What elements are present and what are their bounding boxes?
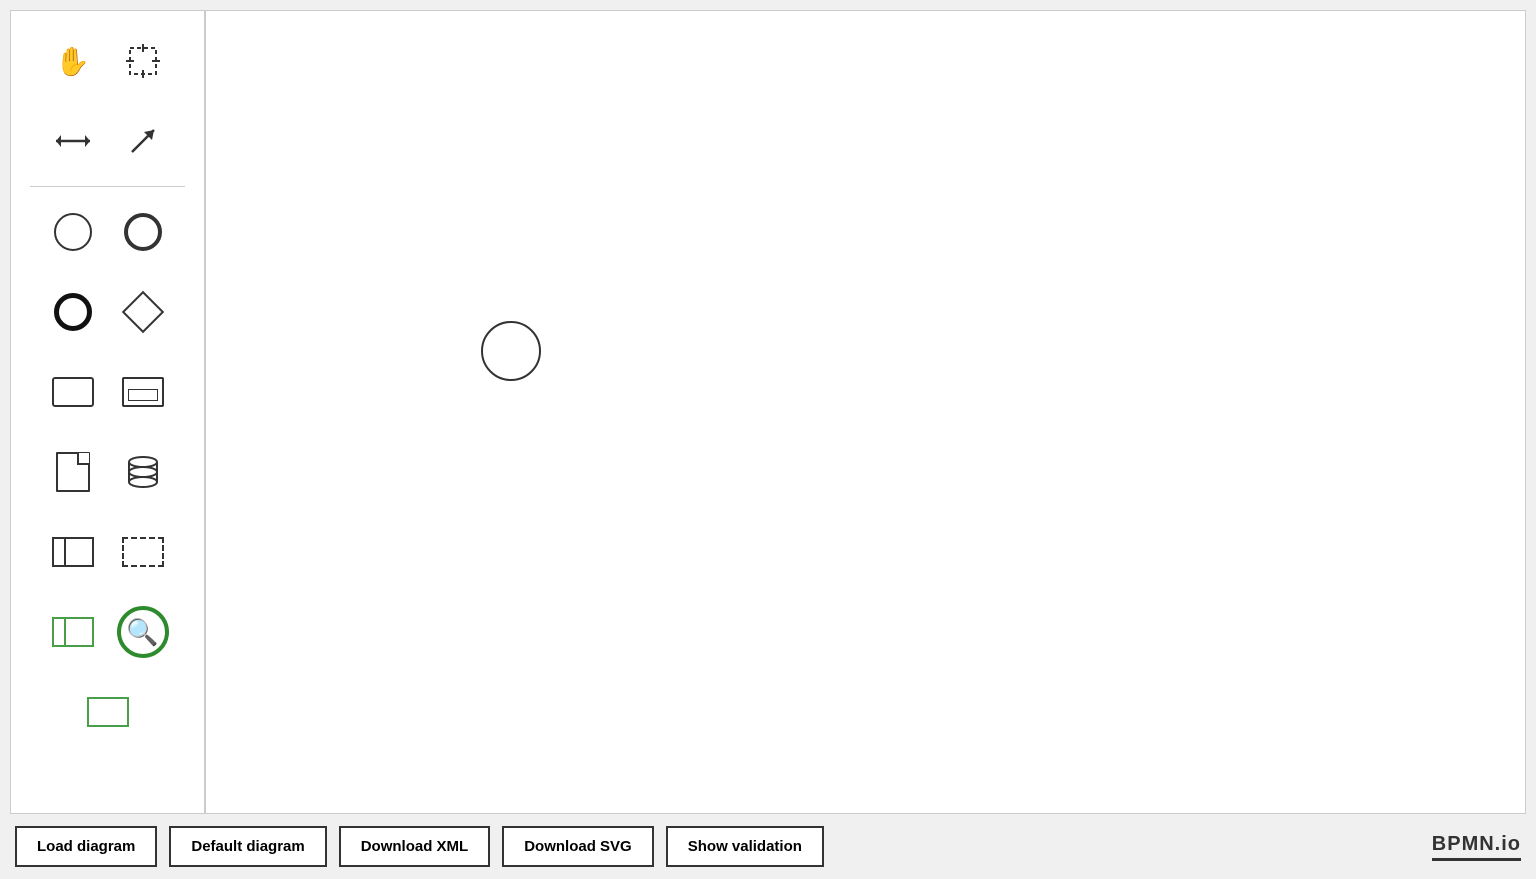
- hand-icon: ✋: [55, 45, 90, 78]
- pool-icon: [52, 537, 94, 567]
- hand-tool-button[interactable]: ✋: [38, 26, 108, 96]
- bottom-bar: Load diagram Default diagram Download XM…: [0, 814, 1536, 879]
- start-event-button[interactable]: [38, 197, 108, 267]
- gateway-icon: [121, 291, 163, 333]
- data-store-button[interactable]: [108, 437, 178, 507]
- toolbar-divider-1: [30, 186, 184, 187]
- pool-button[interactable]: [38, 517, 108, 587]
- data-object-icon: [56, 452, 90, 492]
- search-button[interactable]: [108, 597, 178, 667]
- end-event-button[interactable]: [38, 277, 108, 347]
- data-object-button[interactable]: [38, 437, 108, 507]
- canvas-circle-element: [481, 321, 541, 381]
- lane-icon: [52, 617, 94, 647]
- resize-icon: [56, 130, 90, 152]
- intermediate-event-icon: [124, 213, 162, 251]
- default-diagram-button[interactable]: Default diagram: [169, 826, 326, 867]
- task-icon: [52, 377, 94, 407]
- end-event-icon: [54, 293, 92, 331]
- download-xml-button[interactable]: Download XML: [339, 826, 491, 867]
- bpmn-logo: BPMN.io: [1432, 833, 1521, 861]
- gateway-button[interactable]: [108, 277, 178, 347]
- pool-green2-button[interactable]: [73, 677, 143, 747]
- subprocess-button[interactable]: [108, 357, 178, 427]
- load-diagram-button[interactable]: Load diagram: [15, 826, 157, 867]
- group-button[interactable]: [108, 517, 178, 587]
- task-button[interactable]: [38, 357, 108, 427]
- data-store-icon: [125, 454, 161, 490]
- search-icon: [117, 606, 169, 658]
- canvas[interactable]: [205, 10, 1526, 814]
- intermediate-event-button[interactable]: [108, 197, 178, 267]
- connect-tool-button[interactable]: [108, 106, 178, 176]
- arrow-icon: [126, 124, 160, 158]
- group-icon: [122, 537, 164, 567]
- resize-tool-button[interactable]: [38, 106, 108, 176]
- start-event-icon: [54, 213, 92, 251]
- marquee-icon: [126, 44, 160, 78]
- subprocess-icon: [122, 377, 164, 407]
- show-validation-button[interactable]: Show validation: [666, 826, 824, 867]
- lane-button[interactable]: [38, 597, 108, 667]
- download-svg-button[interactable]: Download SVG: [502, 826, 654, 867]
- toolbar: ✋: [10, 10, 205, 814]
- pool-green2-icon: [87, 697, 129, 727]
- marquee-select-button[interactable]: [108, 26, 178, 96]
